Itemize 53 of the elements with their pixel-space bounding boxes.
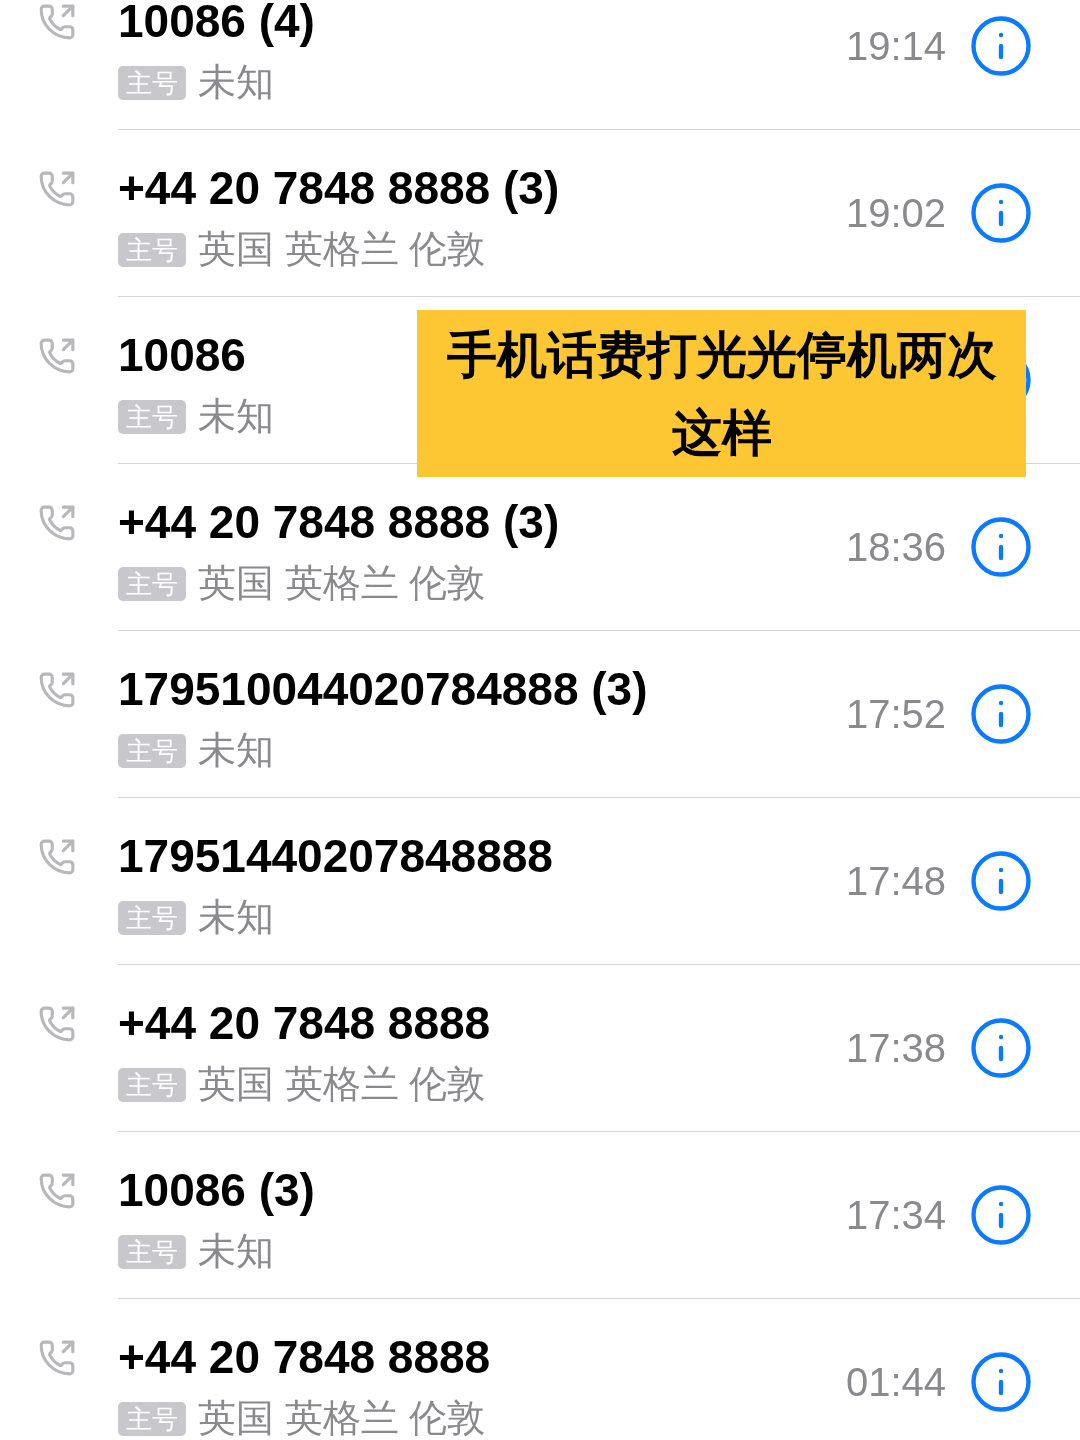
outgoing-call-icon <box>38 504 76 542</box>
info-icon[interactable] <box>968 1349 1034 1415</box>
line-tag: 主号 <box>118 1234 186 1269</box>
call-time: 17:48 <box>845 858 946 904</box>
caller-location: 英国 英格兰 伦敦 <box>198 561 486 606</box>
line-tag: 主号 <box>118 566 186 601</box>
info-icon[interactable] <box>968 1015 1034 1081</box>
caller-location: 未知 <box>198 1229 274 1274</box>
call-time: 17:34 <box>845 1192 946 1238</box>
line-tag: 主号 <box>118 1401 186 1436</box>
call-time: 18:36 <box>845 524 946 570</box>
caller-location: 未知 <box>198 60 274 105</box>
outgoing-call-icon <box>38 1339 76 1377</box>
outgoing-call-icon <box>38 3 76 41</box>
info-icon[interactable] <box>968 514 1034 580</box>
line-tag: 主号 <box>118 900 186 935</box>
outgoing-call-icon <box>38 1172 76 1210</box>
call-time: 01:44 <box>845 1359 946 1405</box>
caller-location: 英国 英格兰 伦敦 <box>198 1062 486 1107</box>
outgoing-call-icon <box>38 337 76 375</box>
call-time: 17:52 <box>845 691 946 737</box>
outgoing-call-icon <box>38 1005 76 1043</box>
phone-number: +44 20 7848 8888 (3) <box>118 161 560 216</box>
outgoing-call-icon <box>38 671 76 709</box>
outgoing-call-icon <box>38 838 76 876</box>
caption-toast: 手机话费打光光停机两次这样 <box>417 310 1026 477</box>
phone-number: +44 20 7848 8888 <box>118 996 491 1051</box>
caller-location: 未知 <box>198 394 274 439</box>
line-tag: 主号 <box>118 399 186 434</box>
phone-number: 10086 (4) <box>118 0 315 49</box>
line-tag: 主号 <box>118 232 186 267</box>
call-time: 19:02 <box>845 190 946 236</box>
caller-location: 英国 英格兰 伦敦 <box>198 227 486 272</box>
info-icon[interactable] <box>968 681 1034 747</box>
info-icon[interactable] <box>968 1182 1034 1248</box>
call-time: 19:14 <box>845 23 946 69</box>
phone-number: +44 20 7848 8888 <box>118 1330 491 1385</box>
caller-location: 未知 <box>198 895 274 940</box>
phone-number: +44 20 7848 8888 (3) <box>118 495 560 550</box>
info-icon[interactable] <box>968 848 1034 914</box>
phone-number: 179510044020784888 (3) <box>118 662 648 717</box>
line-tag: 主号 <box>118 733 186 768</box>
info-icon[interactable] <box>968 180 1034 246</box>
phone-number: 10086 <box>118 328 246 383</box>
phone-number: 17951440207848888 <box>118 829 553 884</box>
phone-number: 10086 (3) <box>118 1163 315 1218</box>
outgoing-call-icon <box>38 170 76 208</box>
caller-location: 未知 <box>198 728 274 773</box>
info-icon[interactable] <box>968 13 1034 79</box>
line-tag: 主号 <box>118 1067 186 1102</box>
line-tag: 主号 <box>118 65 186 100</box>
call-time: 17:38 <box>845 1025 946 1071</box>
caller-location: 英国 英格兰 伦敦 <box>198 1396 486 1440</box>
